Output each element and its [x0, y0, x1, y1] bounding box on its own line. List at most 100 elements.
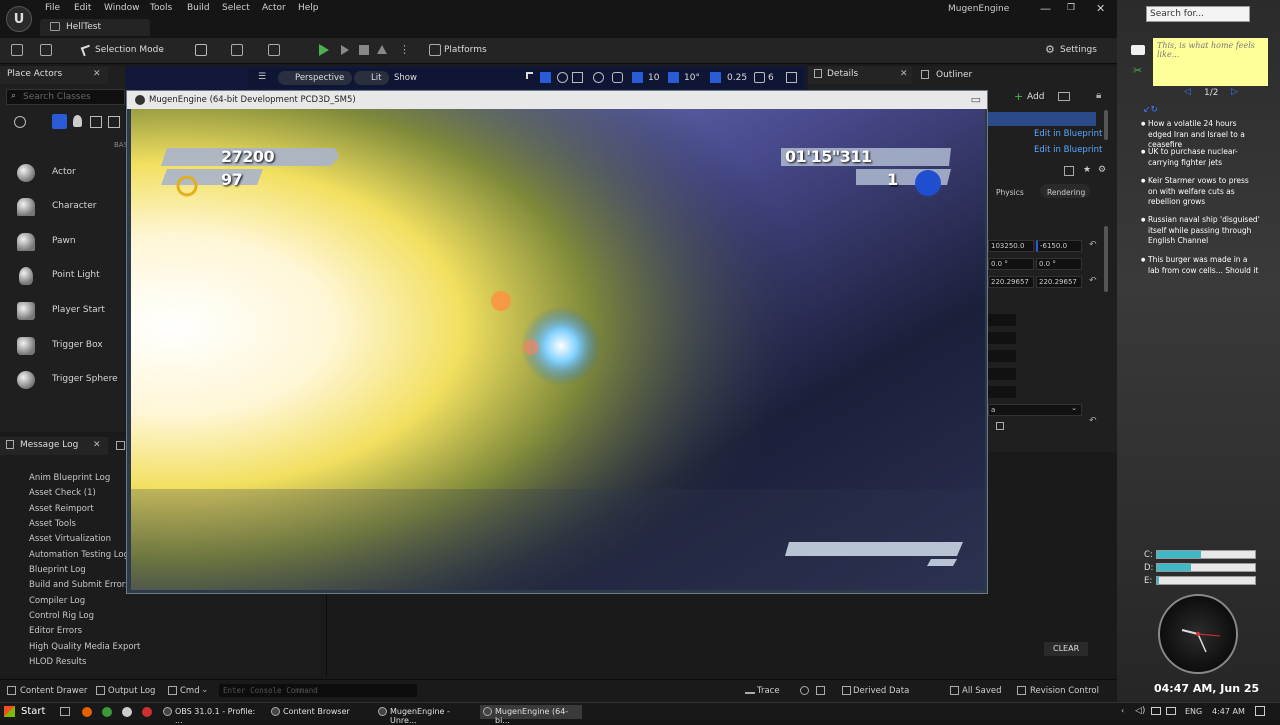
scale-snap-value[interactable]: 0.25: [727, 73, 747, 83]
log-item[interactable]: Asset Virtualization: [29, 534, 111, 544]
content-drawer-button[interactable]: Content Drawer: [20, 686, 87, 696]
step-icon[interactable]: [341, 45, 349, 55]
scale-x-field[interactable]: 220.29657: [988, 276, 1034, 288]
selected-component-row[interactable]: [988, 112, 1096, 126]
rotation-x-field[interactable]: 0.0 °: [988, 258, 1034, 270]
place-actors-tab[interactable]: Place Actors ✕: [0, 66, 108, 84]
platforms-dropdown[interactable]: Platforms: [444, 45, 487, 55]
location-y-field[interactable]: -6150.0: [1036, 240, 1082, 252]
next-page-icon[interactable]: ▷: [1231, 87, 1238, 97]
volume-icon[interactable]: ◁): [1135, 706, 1145, 716]
unreal-logo-icon[interactable]: U: [6, 6, 32, 32]
menu-actor[interactable]: Actor: [262, 3, 286, 13]
shapes-icon[interactable]: [52, 114, 67, 129]
log-item[interactable]: Editor Errors: [29, 626, 82, 636]
news-item[interactable]: Keir Starmer vows to press on with welfa…: [1141, 176, 1260, 208]
menu-window[interactable]: Window: [104, 3, 140, 13]
scissors-icon[interactable]: ✂: [1133, 64, 1142, 77]
scale-tool-icon[interactable]: [572, 72, 583, 83]
news-item[interactable]: Russian naval ship 'disguised' itself wh…: [1141, 215, 1260, 247]
sticky-note[interactable]: This, is what home feels like...: [1153, 38, 1268, 86]
property-field[interactable]: [988, 386, 1016, 398]
screenshot-icon[interactable]: [816, 686, 825, 695]
derived-data-dropdown[interactable]: Derived Data: [853, 686, 909, 696]
minimize-button[interactable]: —: [1040, 2, 1051, 15]
add-component-button[interactable]: Add: [1027, 92, 1044, 102]
grid-snap-value[interactable]: 10: [648, 73, 659, 83]
close-icon[interactable]: ✕: [93, 69, 101, 79]
scale-snap-icon[interactable]: [710, 72, 721, 83]
display-icon[interactable]: [1166, 707, 1176, 715]
camera-speed-icon[interactable]: [754, 72, 765, 83]
log-item[interactable]: Anim Blueprint Log: [29, 473, 110, 483]
log-item[interactable]: HLOD Results: [29, 657, 86, 667]
scrollbar[interactable]: [1104, 226, 1108, 292]
message-log-tab[interactable]: Message Log ✕: [0, 437, 108, 455]
notes-icon[interactable]: [1131, 45, 1145, 55]
console-input[interactable]: Enter Console Command: [219, 684, 417, 697]
taskbar-item-unreal[interactable]: MugenEngine - Unre...: [375, 705, 475, 725]
volumes-icon[interactable]: [108, 116, 120, 128]
clear-log-button[interactable]: CLEAR: [1044, 642, 1088, 656]
taskbar-clock[interactable]: 4:47 AM: [1212, 707, 1245, 716]
reset-icon[interactable]: ↶: [1089, 416, 1097, 426]
show-button[interactable]: Show: [388, 71, 425, 85]
actor-item-actor[interactable]: Actor: [0, 156, 125, 190]
tray-chevron-icon[interactable]: ‹: [1121, 706, 1124, 715]
notifications-icon[interactable]: [1255, 706, 1265, 716]
network-icon[interactable]: [1151, 707, 1161, 715]
all-saved-status[interactable]: All Saved: [962, 686, 1002, 696]
taskbar-item-content-browser[interactable]: Content Browser: [268, 705, 368, 719]
selection-mode-dropdown[interactable]: Selection Mode: [95, 45, 164, 55]
grid-view-icon[interactable]: [1064, 166, 1074, 176]
details-tab[interactable]: Details ✕: [808, 66, 912, 84]
lock-icon[interactable]: 🔒︎: [1096, 90, 1101, 101]
visual-effects-icon[interactable]: [90, 116, 102, 128]
game-close-button[interactable]: ▭: [971, 93, 981, 106]
rotation-snap-icon[interactable]: [668, 72, 679, 83]
start-button[interactable]: Start: [21, 706, 45, 717]
project-tab[interactable]: HellTest: [40, 19, 150, 36]
log-item[interactable]: Build and Submit Errors: [29, 580, 130, 590]
news-item[interactable]: This burger was made in a lab from cow c…: [1141, 255, 1260, 276]
property-dropdown[interactable]: a ⌄: [988, 404, 1082, 416]
gear-icon[interactable]: ⚙: [1098, 165, 1106, 175]
search-classes-input[interactable]: ⌕ Search Classes: [6, 89, 125, 105]
edit-in-blueprint-link-2[interactable]: Edit in Blueprint: [1034, 145, 1102, 155]
scale-y-field[interactable]: 220.29657: [1036, 276, 1082, 288]
taskbar-item-obs[interactable]: OBS 31.0.1 - Profile: ...: [160, 705, 260, 725]
log-item[interactable]: Compiler Log: [29, 596, 85, 606]
maximize-viewport-icon[interactable]: [786, 72, 797, 83]
world-space-icon[interactable]: [593, 72, 604, 83]
rotation-y-field[interactable]: 0.0 °: [1036, 258, 1082, 270]
cmd-dropdown[interactable]: Cmd: [180, 686, 200, 696]
actor-item-trigger-sphere[interactable]: Trigger Sphere: [0, 363, 125, 397]
log-item[interactable]: High Quality Media Export: [29, 642, 140, 652]
reset-icon[interactable]: ↶: [1089, 276, 1097, 286]
close-icon[interactable]: ✕: [900, 69, 908, 79]
play-icon[interactable]: [319, 44, 329, 56]
scrollbar[interactable]: [1104, 110, 1108, 140]
actor-item-point-light[interactable]: Point Light: [0, 259, 125, 293]
hamburger-icon[interactable]: ☰: [258, 72, 266, 82]
content-browser-icon[interactable]: [40, 44, 52, 56]
menu-edit[interactable]: Edit: [74, 3, 91, 13]
log-item[interactable]: Asset Check (1): [29, 488, 96, 498]
star-icon[interactable]: ★: [1083, 165, 1091, 175]
desktop-search-input[interactable]: Search for...: [1146, 6, 1250, 22]
lit-button[interactable]: Lit: [354, 71, 390, 85]
more-options-icon[interactable]: ⋮: [399, 43, 410, 56]
taskbar-item-mugen-game[interactable]: MugenEngine (64-bi...: [480, 705, 582, 725]
app-icon[interactable]: [122, 707, 132, 717]
revision-control-dropdown[interactable]: Revision Control: [1030, 686, 1099, 696]
actor-item-player-start[interactable]: Player Start: [0, 294, 125, 328]
camera-speed-value[interactable]: 6: [768, 73, 774, 83]
log-item[interactable]: Blueprint Log: [29, 565, 86, 575]
light-icon[interactable]: [73, 115, 82, 127]
language-indicator[interactable]: ENG: [1185, 707, 1202, 716]
close-button[interactable]: ✕: [1096, 2, 1105, 15]
rendering-tab[interactable]: Rendering: [1047, 188, 1085, 197]
edit-in-blueprint-link-1[interactable]: Edit in Blueprint: [1034, 129, 1102, 139]
reset-icon[interactable]: ↶: [1089, 240, 1097, 250]
property-field[interactable]: [988, 368, 1016, 380]
